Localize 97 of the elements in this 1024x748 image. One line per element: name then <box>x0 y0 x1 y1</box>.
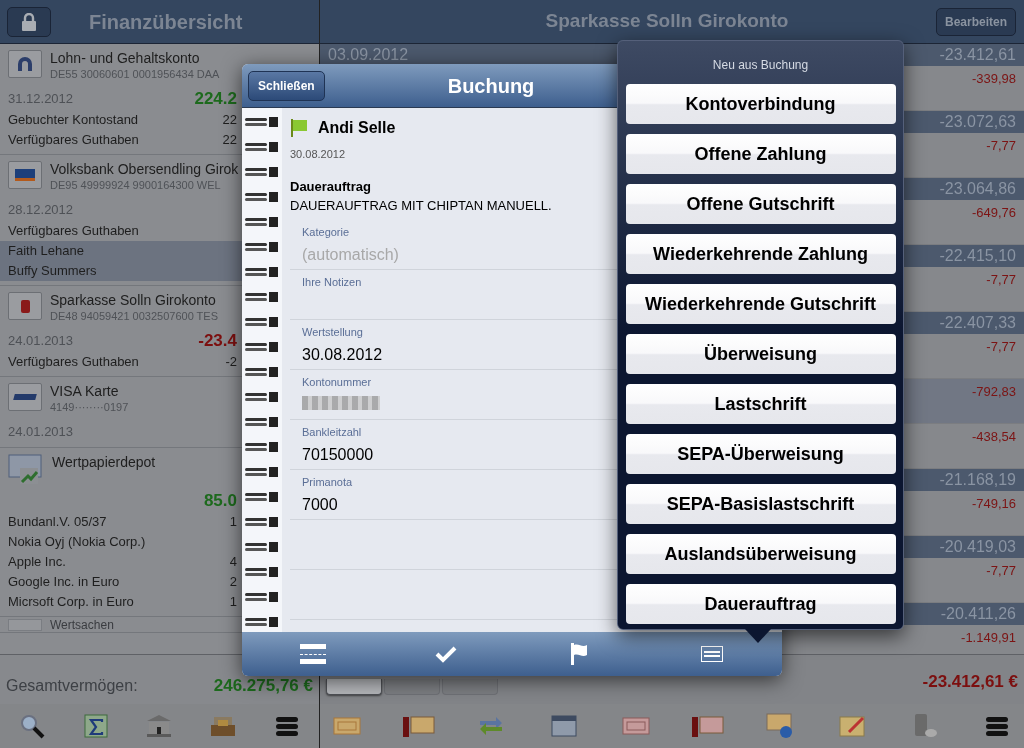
menu-option[interactable]: Wiederkehrende Zahlung <box>625 234 896 274</box>
total-label: Gesamtvermögen: <box>6 676 138 696</box>
menu-option[interactable]: Dauerauftrag <box>625 584 896 624</box>
field-label: Bankleitzahl <box>302 424 363 440</box>
document-icon[interactable] <box>299 642 326 666</box>
menu-option[interactable]: Kontoverbindung <box>625 84 896 124</box>
field-label: Wertstellung <box>302 324 364 340</box>
position-value: 22 <box>222 111 237 130</box>
balance-date: 31.12.2012 <box>8 90 74 109</box>
bank-logo-icon <box>8 50 42 78</box>
dialog-title: Buchung <box>447 73 535 99</box>
account-balance: -23.4 <box>198 330 237 353</box>
position-label: Verfügbares Guthaben <box>8 353 139 372</box>
form-field[interactable]: 70150000 <box>302 443 582 467</box>
popover-title: Neu aus Buchung <box>712 57 809 74</box>
position-value: 2 <box>229 573 237 592</box>
booking-date: 03.09.2012 <box>328 45 409 65</box>
transaction-amount: -792,83 <box>971 383 1016 401</box>
position-label: Verfügbares Guthaben <box>8 222 139 241</box>
menu-option[interactable]: Auslandsüberweisung <box>625 534 896 574</box>
account-name[interactable]: Wertpapierdepot <box>52 454 156 470</box>
running-balance: -22.407,33 <box>939 313 1016 333</box>
lock-icon <box>20 12 38 31</box>
position-label: Buffy Summers <box>8 262 97 281</box>
account-balance: 85.0 <box>203 490 237 513</box>
booking-date: 30.08.2012 <box>290 147 346 162</box>
menu-option[interactable]: Lastschrift <box>625 384 896 424</box>
position-label: Apple Inc. <box>8 553 66 572</box>
field-label: Kategorie <box>302 224 351 240</box>
popover-arrow <box>745 629 771 643</box>
running-balance: -23.064,86 <box>939 179 1016 199</box>
position-label: Bundanl.V. 05/37 <box>8 513 107 532</box>
form-field[interactable]: 7000 <box>302 493 582 517</box>
booking-purpose: DAUERAUFTRAG MIT CHIPTAN MANUELL. <box>290 197 552 215</box>
position-value: 1 <box>229 593 237 612</box>
lock-button[interactable] <box>7 6 51 37</box>
stock-chart-icon <box>8 454 44 486</box>
bank-logo-icon <box>8 292 42 320</box>
position-value: -2 <box>225 353 237 372</box>
account-number: DE48 94059421 0032507600 TES <box>50 309 218 324</box>
position-label: Faith Lehane <box>8 242 84 261</box>
transaction-amount: -7,77 <box>986 137 1016 155</box>
position-value: 4 <box>229 553 237 572</box>
position-label: Nokia Oyj (Nokia Corp.) <box>8 533 146 552</box>
account-number: DE95 49999924 9900164300 WEL <box>50 178 222 193</box>
menu-option[interactable]: Offene Gutschrift <box>625 184 896 224</box>
menu-option[interactable]: SEPA-Überweisung <box>625 434 896 474</box>
form-field[interactable]: 30.08.2012 <box>302 343 582 367</box>
position-label: Google Inc. in Euro <box>8 573 120 592</box>
transaction-amount: -649,76 <box>971 204 1016 222</box>
edit-button[interactable]: Bearbeiten <box>935 7 1016 36</box>
menu-option[interactable]: Offene Zahlung <box>625 134 896 174</box>
menu-option[interactable]: SEPA-Basislastschrift <box>625 484 896 524</box>
account-number: DE55 30060601 0001956434 DAA <box>50 67 220 82</box>
account-number: 4149········0197 <box>50 400 129 415</box>
payee-name: Andi Selle <box>318 118 396 138</box>
transaction-amount: -1.149,91 <box>961 629 1016 647</box>
field-label: Ihre Notizen <box>302 274 363 290</box>
field-label: Kontonummer <box>302 374 373 390</box>
balance-date: 24.01.2013 <box>8 332 74 351</box>
form-field[interactable]: (automatisch) <box>302 243 582 267</box>
position-label: Micrsoft Corp. in Euro <box>8 593 134 612</box>
running-balance: -20.411,26 <box>940 604 1016 624</box>
position-label: Gebuchter Kontostand <box>8 111 139 130</box>
pane-title: Finanzübersicht <box>89 9 243 35</box>
transaction-amount: -749,16 <box>971 495 1016 513</box>
running-balance: -23.072,63 <box>939 112 1016 132</box>
running-balance: -22.415,10 <box>939 246 1016 266</box>
field-label: Primanota <box>302 474 354 490</box>
menu-option[interactable]: Wiederkehrende Gutschrift <box>625 284 896 324</box>
running-balance: -20.419,03 <box>939 537 1016 557</box>
position-value: 22 <box>222 131 237 150</box>
transaction-amount: -7,77 <box>986 271 1016 289</box>
position-label: Verfügbares Guthaben <box>8 131 139 150</box>
running-balance: -21.168,19 <box>939 470 1016 490</box>
view-tab[interactable] <box>326 679 382 695</box>
transaction-amount: -7,77 <box>986 338 1016 356</box>
close-button[interactable]: Schließen <box>248 70 325 101</box>
account-name[interactable]: Sparkasse Solln Girokonto <box>50 292 218 308</box>
account-total: -23.412,61 € <box>922 671 1018 693</box>
card-logo-icon <box>8 383 42 411</box>
booking-type: Dauerauftrag <box>290 177 371 196</box>
account-balance: 224.2 <box>194 88 237 111</box>
account-name[interactable]: Lohn- und Gehaltskonto <box>50 50 220 66</box>
transaction-amount: -7,77 <box>986 562 1016 580</box>
balance-date: 28.12.2012 <box>8 201 74 220</box>
position-value: 1 <box>229 513 237 532</box>
transaction-amount: -438,54 <box>971 428 1016 446</box>
transaction-amount: -339,98 <box>971 70 1016 88</box>
pane-title: Sparkasse Solln Girokonto <box>544 9 790 34</box>
running-balance: -23.412,61 <box>939 45 1016 65</box>
menu-option[interactable]: Überweisung <box>625 334 896 374</box>
account-name[interactable]: VISA Karte <box>50 383 129 399</box>
balance-date: 24.01.2013 <box>8 423 74 442</box>
total-assets: 246.275,76 € <box>213 674 313 697</box>
account-name[interactable]: Volksbank Obersendling Girok <box>50 161 239 177</box>
bank-logo-icon <box>8 161 42 189</box>
